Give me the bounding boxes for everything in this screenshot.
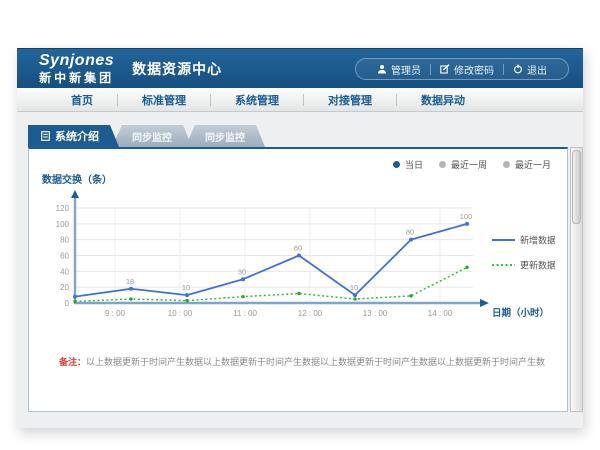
data-point[interactable] <box>297 254 301 258</box>
y-tick-label: 120 <box>56 204 70 213</box>
radio-icon <box>439 161 446 168</box>
y-tick-label: 80 <box>60 236 69 245</box>
tab-label: 同步监控 <box>132 129 172 144</box>
tab-bar: 系统介绍 同步监控 同步监控 <box>17 112 583 147</box>
range-filter-group: 当日 最近一周 最近一月 <box>393 158 551 171</box>
nav-item-data-change[interactable]: 数据异动 <box>397 92 489 108</box>
filter-label: 当日 <box>405 158 423 171</box>
chart-y-axis-title: 数据交换（条） <box>42 171 112 186</box>
vertical-scrollbar[interactable] <box>570 147 583 412</box>
x-axis-arrow-icon <box>480 299 489 307</box>
filter-label: 最近一月 <box>515 158 551 171</box>
data-point[interactable] <box>241 295 244 298</box>
x-tick-label: 12 : 00 <box>298 309 323 318</box>
legend-label[interactable]: 新增数据 <box>520 235 555 246</box>
tab-system-intro[interactable]: 系统介绍 <box>28 125 119 147</box>
change-password-button[interactable]: 修改密码 <box>431 62 503 77</box>
app-window: Synjones 新中新集团 数据资源中心 管理员 修改密码 <box>17 48 583 428</box>
radio-selected-icon <box>393 161 400 168</box>
tab-sync-monitor-2[interactable]: 同步监控 <box>185 125 265 147</box>
y-tick-label: 20 <box>60 283 69 292</box>
line-chart: 0 20 40 60 80 100 120 9 : 00 10 : 00 11 : 00 12 : … <box>48 187 555 337</box>
y-tick-label: 0 <box>65 299 70 308</box>
nav-item-home[interactable]: 首页 <box>47 92 117 108</box>
x-tick-label: 14 : 00 <box>428 309 453 318</box>
data-point[interactable] <box>129 287 133 291</box>
logout-label: 退出 <box>527 62 547 77</box>
power-icon <box>513 64 523 74</box>
data-point-label: 60 <box>294 244 302 253</box>
footnote-text: 以上数据更新于时间产生数据以上数据更新于时间产生数据以上数据更新于时间产生数据以… <box>86 357 545 367</box>
data-point[interactable] <box>185 293 189 297</box>
radio-icon <box>503 161 510 168</box>
footnote: 备注：以上数据更新于时间产生数据以上数据更新于时间产生数据以上数据更新于时间产生… <box>59 355 545 368</box>
data-point[interactable] <box>465 266 468 269</box>
scrollbar-thumb[interactable] <box>572 150 581 224</box>
filter-last-month[interactable]: 最近一月 <box>503 158 551 171</box>
user-label: 管理员 <box>391 62 421 77</box>
company-logo: Synjones 新中新集团 <box>39 53 114 84</box>
data-point[interactable] <box>241 277 245 281</box>
data-point-label: 30 <box>238 267 246 276</box>
tab-label: 系统介绍 <box>55 128 99 144</box>
y-tick-label: 60 <box>60 252 69 261</box>
user-menu-button[interactable]: 管理员 <box>368 62 430 77</box>
data-point[interactable] <box>409 238 413 242</box>
legend-label[interactable]: 更新数据 <box>520 260 555 271</box>
nav-item-interface-mgmt[interactable]: 对接管理 <box>304 92 396 108</box>
x-tick-label: 11 : 00 <box>233 309 257 318</box>
page-title: 数据资源中心 <box>132 59 222 79</box>
x-tick-label: 13 : 00 <box>363 309 388 318</box>
app-header: Synjones 新中新集团 数据资源中心 管理员 修改密码 <box>17 48 583 88</box>
data-point[interactable] <box>129 297 132 300</box>
content-panel: 当日 最近一周 最近一月 数据交换（条） 0 20 40 60 80 100 120 9 : … <box>28 147 568 412</box>
y-tick-label: 40 <box>60 267 69 276</box>
user-toolbar: 管理员 修改密码 退出 <box>355 58 569 80</box>
data-point[interactable] <box>409 294 412 297</box>
change-password-label: 修改密码 <box>454 62 494 77</box>
data-point[interactable] <box>465 222 469 226</box>
logout-button[interactable]: 退出 <box>504 62 556 77</box>
data-point-label: 10 <box>182 283 190 292</box>
data-point[interactable] <box>353 293 357 297</box>
x-tick-label: 9 : 00 <box>105 309 126 318</box>
logo-text-en: Synjones <box>39 53 114 69</box>
data-point[interactable] <box>73 295 77 299</box>
tab-sync-monitor-1[interactable]: 同步监控 <box>112 125 192 147</box>
filter-label: 最近一周 <box>451 158 487 171</box>
data-point-label: 10 <box>350 283 358 292</box>
document-icon <box>41 131 50 141</box>
main-nav: 首页 标准管理 系统管理 对接管理 数据异动 <box>17 88 583 112</box>
chart-x-axis-title: 日期（小时） <box>492 307 549 319</box>
footnote-prefix: 备注： <box>59 357 86 367</box>
data-point-label: 80 <box>406 228 414 237</box>
user-icon <box>377 64 387 74</box>
tab-label: 同步监控 <box>205 129 245 144</box>
x-tick-label: 10 : 00 <box>168 309 193 318</box>
filter-last-week[interactable]: 最近一周 <box>439 158 487 171</box>
edit-icon <box>440 64 450 74</box>
data-point-label: 100 <box>460 212 473 221</box>
data-point[interactable] <box>73 300 76 303</box>
nav-item-standard-mgmt[interactable]: 标准管理 <box>118 92 210 108</box>
y-axis-arrow-icon <box>71 190 79 198</box>
filter-today[interactable]: 当日 <box>393 158 423 171</box>
y-tick-label: 100 <box>56 220 70 229</box>
nav-item-system-mgmt[interactable]: 系统管理 <box>211 92 303 108</box>
data-point[interactable] <box>297 292 300 295</box>
data-point-label: 18 <box>126 277 134 286</box>
data-point[interactable] <box>185 299 188 302</box>
logo-text-cn: 新中新集团 <box>39 72 114 84</box>
data-point[interactable] <box>353 297 356 300</box>
